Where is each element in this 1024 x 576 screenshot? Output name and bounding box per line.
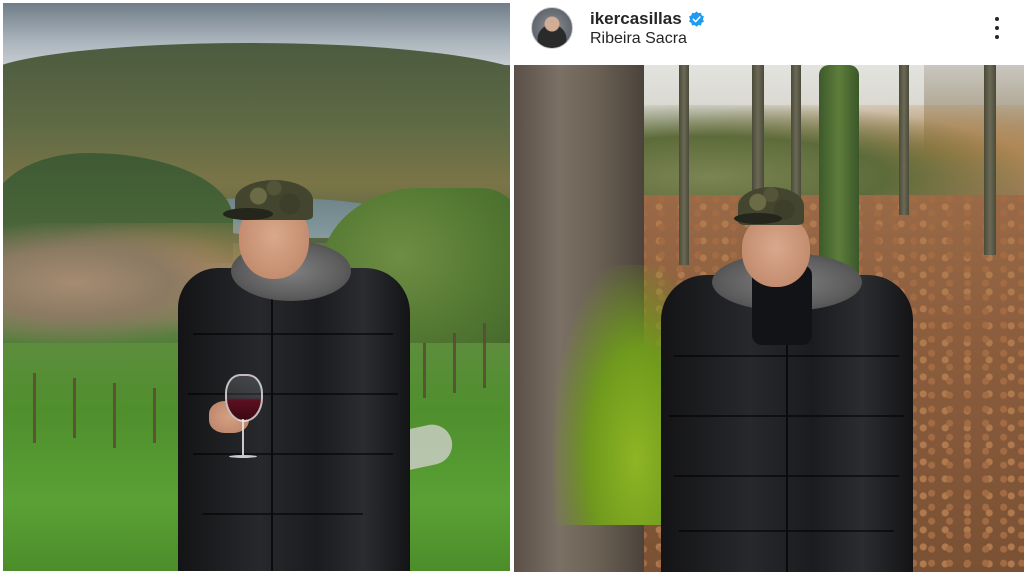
wine-glass-stem [242,419,244,455]
coat-quilt-line [203,513,363,515]
post-header: ikercasillas Ribeira Sacra [514,0,1024,62]
coat-quilt-line [193,453,393,455]
vine-post [33,373,36,443]
vine-post [423,343,426,398]
dot [995,26,999,30]
face [742,215,810,287]
post-photo[interactable] [514,65,1024,572]
tree-trunk [679,65,689,265]
location-link[interactable]: Ribeira Sacra [590,30,687,48]
vine-post [73,378,76,438]
dot [995,17,999,21]
left-photo [3,3,510,571]
profile-avatar[interactable] [531,7,573,49]
instagram-post: ikercasillas Ribeira Sacra [514,0,1024,576]
coat-zipper [271,298,273,571]
cap-brim [223,208,273,220]
screenshot-root: ikercasillas Ribeira Sacra [0,0,1024,576]
wine-glass [225,374,263,422]
coat-quilt-line [188,393,398,395]
username-row: ikercasillas [590,8,705,30]
tree-trunk [899,65,909,215]
username-link[interactable]: ikercasillas [590,9,682,29]
verified-badge-icon [688,10,705,28]
vine-post [483,323,486,388]
dot [995,35,999,39]
vine-post [113,383,116,448]
tree-trunk [984,65,996,255]
cap-brim [734,213,782,224]
vine-post [453,333,456,393]
wine-glass-foot [229,455,257,458]
coat-zipper [786,305,788,572]
coat-quilt-line [193,333,393,335]
more-options-icon[interactable] [990,15,1004,41]
vine-post [153,388,156,443]
